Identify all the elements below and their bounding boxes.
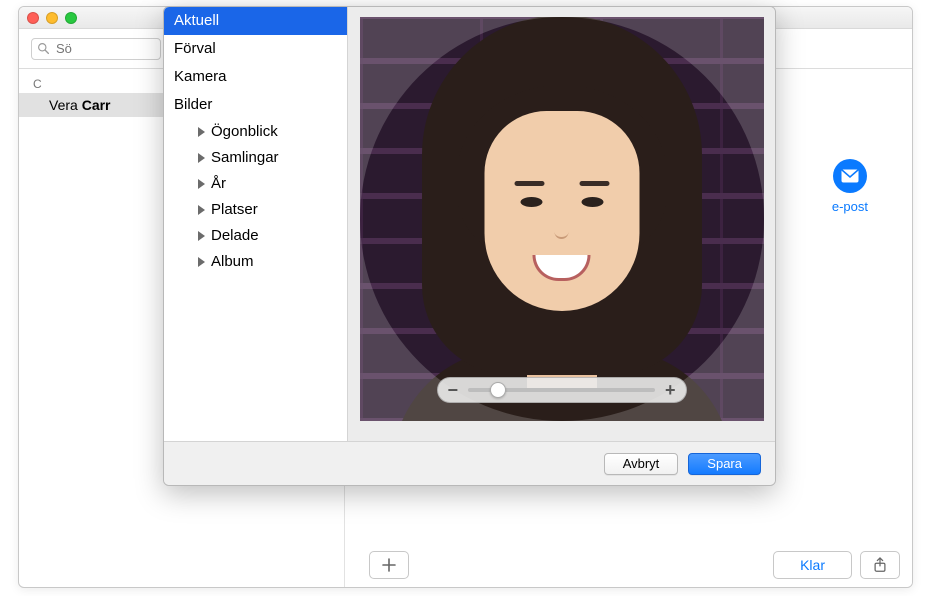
disclosure-triangle-icon — [198, 179, 205, 189]
zoom-track[interactable] — [468, 388, 655, 392]
email-action-label: e-post — [832, 199, 868, 214]
share-icon — [873, 557, 887, 573]
close-window-button[interactable] — [27, 12, 39, 24]
bottom-right-buttons: Klar — [773, 551, 900, 579]
disclosure-triangle-icon — [198, 205, 205, 215]
zoom-in-icon[interactable]: + — [665, 380, 676, 401]
disclosure-triangle-icon — [198, 231, 205, 241]
search-input[interactable] — [31, 38, 161, 60]
source-forval[interactable]: Förval — [164, 35, 347, 63]
bilder-album[interactable]: Album — [164, 249, 347, 275]
zoom-slider[interactable]: − + — [437, 377, 687, 403]
zoom-knob[interactable] — [490, 382, 506, 398]
zoom-window-button[interactable] — [65, 12, 77, 24]
photo-preview-area: − + — [348, 7, 775, 441]
mail-icon — [833, 159, 867, 193]
zoom-out-icon[interactable]: − — [448, 380, 459, 401]
save-button[interactable]: Spara — [688, 453, 761, 475]
popover-body: Aktuell Förval Kamera Bilder Ögonblick S… — [164, 7, 775, 441]
search-icon — [37, 42, 50, 55]
crop-circle-overlay — [360, 17, 764, 421]
disclosure-triangle-icon — [198, 257, 205, 267]
cancel-button[interactable]: Avbryt — [604, 453, 679, 475]
share-button[interactable] — [860, 551, 900, 579]
bilder-platser[interactable]: Platser — [164, 197, 347, 223]
bottom-toolbar: Klar — [369, 551, 900, 579]
search-field-wrapper — [31, 38, 161, 60]
source-aktuell[interactable]: Aktuell — [164, 7, 347, 35]
photo-crop-frame[interactable]: − + — [360, 17, 764, 421]
popover-footer: Avbryt Spara — [164, 441, 775, 485]
email-action[interactable]: e-post — [832, 159, 868, 214]
bilder-ar[interactable]: År — [164, 171, 347, 197]
minimize-window-button[interactable] — [46, 12, 58, 24]
contact-first-name: Vera — [49, 97, 78, 113]
bilder-ogonblick[interactable]: Ögonblick — [164, 119, 347, 145]
contact-last-name: Carr — [82, 97, 111, 113]
disclosure-triangle-icon — [198, 127, 205, 137]
disclosure-triangle-icon — [198, 153, 205, 163]
bilder-samlingar[interactable]: Samlingar — [164, 145, 347, 171]
source-kamera[interactable]: Kamera — [164, 63, 347, 91]
bilder-delade[interactable]: Delade — [164, 223, 347, 249]
photo-picker-popover: Aktuell Förval Kamera Bilder Ögonblick S… — [163, 6, 776, 486]
source-bilder[interactable]: Bilder — [164, 91, 347, 119]
done-button[interactable]: Klar — [773, 551, 852, 579]
photo-source-sidebar: Aktuell Förval Kamera Bilder Ögonblick S… — [164, 7, 348, 441]
add-button[interactable] — [369, 551, 409, 579]
plus-icon — [382, 558, 396, 572]
